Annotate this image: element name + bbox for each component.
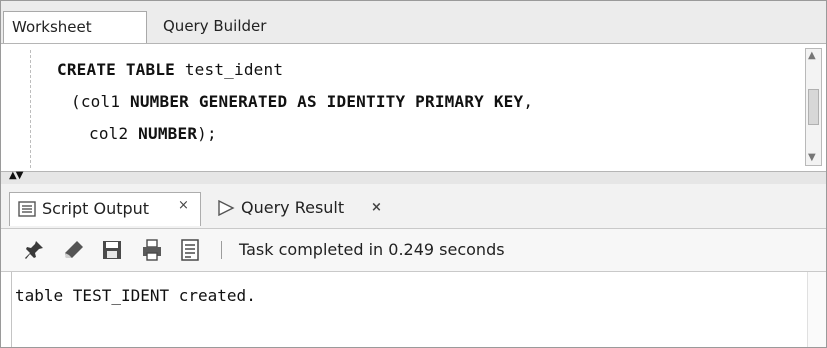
tab-script-output-label: Script Output <box>42 199 150 218</box>
column-col1-token: (col1 <box>71 92 130 111</box>
output-tab-strip: Script Output × Query Result × <box>1 184 826 229</box>
keyword-number: NUMBER <box>138 124 198 143</box>
comma-token: , <box>523 92 534 111</box>
print-icon[interactable] <box>141 239 163 261</box>
toolbar-separator <box>221 241 222 259</box>
tab-query-builder-label: Query Builder <box>163 17 267 35</box>
close-icon[interactable]: × <box>371 192 382 224</box>
keyword-identity-clause: NUMBER GENERATED AS IDENTITY PRIMARY KEY <box>130 92 524 111</box>
document-icon[interactable] <box>179 239 201 261</box>
output-text: table TEST_IDENT created. <box>15 286 256 305</box>
splitter-arrows-icon[interactable]: ▲▼ <box>9 170 23 182</box>
script-output-icon <box>18 201 36 217</box>
close-icon[interactable]: × <box>178 190 189 222</box>
script-output-area[interactable]: table TEST_IDENT created. <box>1 272 826 347</box>
tab-worksheet-label: Worksheet <box>12 18 92 36</box>
editor-scroll-thumb[interactable] <box>808 89 819 125</box>
output-left-border <box>11 272 12 347</box>
closing-token: ); <box>197 124 217 143</box>
tab-query-result[interactable]: Query Result × <box>209 192 395 226</box>
tab-query-result-label: Query Result <box>241 198 345 217</box>
code-line-2: (col1 NUMBER GENERATED AS IDENTITY PRIMA… <box>71 92 533 111</box>
eraser-icon[interactable] <box>63 239 85 261</box>
editor-tab-strip: Worksheet Query Builder <box>1 1 826 44</box>
save-icon[interactable] <box>101 239 123 261</box>
code-line-3: col2 NUMBER); <box>89 124 217 143</box>
column-col2-token: col2 <box>89 124 139 143</box>
scroll-down-arrow-icon[interactable]: ▼ <box>808 153 816 163</box>
sql-developer-window: Worksheet Query Builder CREATE TABLE tes… <box>0 0 827 348</box>
output-toolbar: Task completed in 0.249 seconds <box>1 229 826 272</box>
scroll-up-arrow-icon[interactable]: ▲ <box>808 51 816 61</box>
editor-gutter-guide <box>30 50 31 168</box>
output-vertical-scrollbar[interactable] <box>807 272 826 347</box>
sql-editor[interactable]: CREATE TABLE test_ident (col1 NUMBER GEN… <box>1 44 826 171</box>
editor-vertical-scrollbar[interactable]: ▲ ▼ <box>805 48 822 166</box>
code-line-1: CREATE TABLE test_ident <box>57 60 283 79</box>
status-message: Task completed in 0.249 seconds <box>239 240 505 259</box>
pin-icon[interactable] <box>23 239 45 261</box>
keyword-create-table: CREATE TABLE <box>57 60 175 79</box>
tab-worksheet[interactable]: Worksheet <box>3 11 147 43</box>
tab-script-output[interactable]: Script Output × <box>9 192 201 226</box>
table-name-token: test_ident <box>175 60 284 79</box>
query-result-icon <box>218 200 235 216</box>
tab-query-builder[interactable]: Query Builder <box>155 11 315 43</box>
panel-splitter[interactable]: ▲▼ <box>1 170 826 184</box>
